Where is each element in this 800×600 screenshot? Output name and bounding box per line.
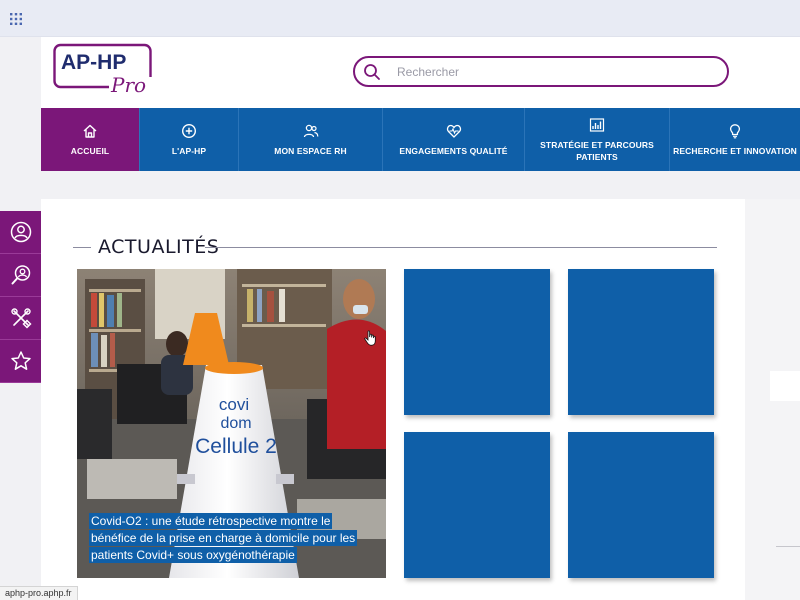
tools-button[interactable]	[0, 297, 41, 340]
nav-label: ENGAGEMENTS QUALITÉ	[399, 145, 508, 156]
nav-label: L'AP-HP	[171, 145, 207, 156]
device-brand-covi: covi	[219, 395, 249, 414]
main-nav: ACCUEIL L'AP-HP MON ESPACE RH ENGAGEMENT…	[41, 108, 800, 171]
user-search-icon	[11, 265, 30, 285]
search-box[interactable]	[353, 56, 729, 87]
nav-item-espace-rh[interactable]: MON ESPACE RH	[239, 108, 383, 171]
nav-item-aphp[interactable]: L'AP-HP	[140, 108, 239, 171]
star-icon	[10, 351, 31, 370]
browser-toolbar	[0, 0, 800, 37]
device-label: Cellule 2	[195, 435, 277, 458]
logo-text-aphp: AP-HP	[61, 51, 126, 74]
home-icon	[83, 124, 97, 138]
nav-item-accueil[interactable]: ACCUEIL	[41, 108, 140, 171]
main-content: ACTUALITÉS covi dom Cellule 2 Covid-O2:…	[41, 199, 745, 600]
right-panel-card	[770, 371, 800, 401]
user-icon	[10, 221, 31, 243]
title-rule-left	[73, 247, 91, 248]
side-toolbar	[0, 211, 41, 383]
title-rule-right	[205, 247, 717, 248]
nav-item-engagements-qualite[interactable]: ENGAGEMENTS QUALITÉ	[383, 108, 525, 171]
news-tile-3[interactable]	[404, 432, 550, 578]
heart-pulse-icon	[446, 124, 461, 138]
featured-news-caption[interactable]: Covid-O2 : une étude rétrospective montr…	[89, 513, 379, 564]
right-side-panel	[745, 199, 800, 600]
nav-label: MON ESPACE RH	[274, 145, 347, 156]
device-brand-dom: dom	[220, 415, 251, 432]
directory-search-button[interactable]	[0, 254, 41, 297]
favorites-button[interactable]	[0, 340, 41, 383]
apps-grid-icon[interactable]	[10, 13, 22, 25]
search-icon[interactable]	[363, 63, 381, 81]
site-header: AP-HP Pro	[41, 37, 800, 108]
nav-label: RECHERCHE ET INNOVATION	[673, 145, 797, 156]
right-panel-divider	[776, 546, 800, 547]
tools-icon	[10, 308, 32, 329]
nav-item-strategie-parcours[interactable]: STRATÉGIE ET PARCOURS PATIENTS	[525, 108, 670, 171]
news-tile-2[interactable]	[568, 269, 714, 415]
browser-status-bar: aphp-pro.aphp.fr	[0, 586, 78, 600]
lightbulb-icon	[729, 123, 741, 138]
logo-text-pro: Pro	[110, 73, 146, 95]
plus-circle-icon	[181, 123, 197, 138]
nav-label: ACCUEIL	[70, 145, 110, 156]
strategy-chart-icon	[589, 117, 605, 132]
users-icon	[303, 124, 318, 137]
search-input[interactable]	[397, 62, 717, 82]
aphp-pro-logo[interactable]: AP-HP Pro	[53, 43, 157, 95]
news-tile-4[interactable]	[568, 432, 714, 578]
news-tile-1[interactable]	[404, 269, 550, 415]
featured-news-card[interactable]: covi dom Cellule 2 Covid-O2 : une étude …	[77, 269, 386, 578]
profile-button[interactable]	[0, 211, 41, 254]
nav-item-recherche-innovation[interactable]: RECHERCHE ET INNOVATION	[670, 108, 800, 171]
hand-cursor-icon	[364, 330, 376, 346]
nav-spacer	[41, 171, 800, 199]
section-title-actualites: ACTUALITÉS	[98, 236, 220, 258]
nav-label: STRATÉGIE ET PARCOURS PATIENTS	[540, 139, 654, 162]
featured-news-caption-text[interactable]: Covid-O2 : une étude rétrospective montr…	[89, 513, 358, 563]
